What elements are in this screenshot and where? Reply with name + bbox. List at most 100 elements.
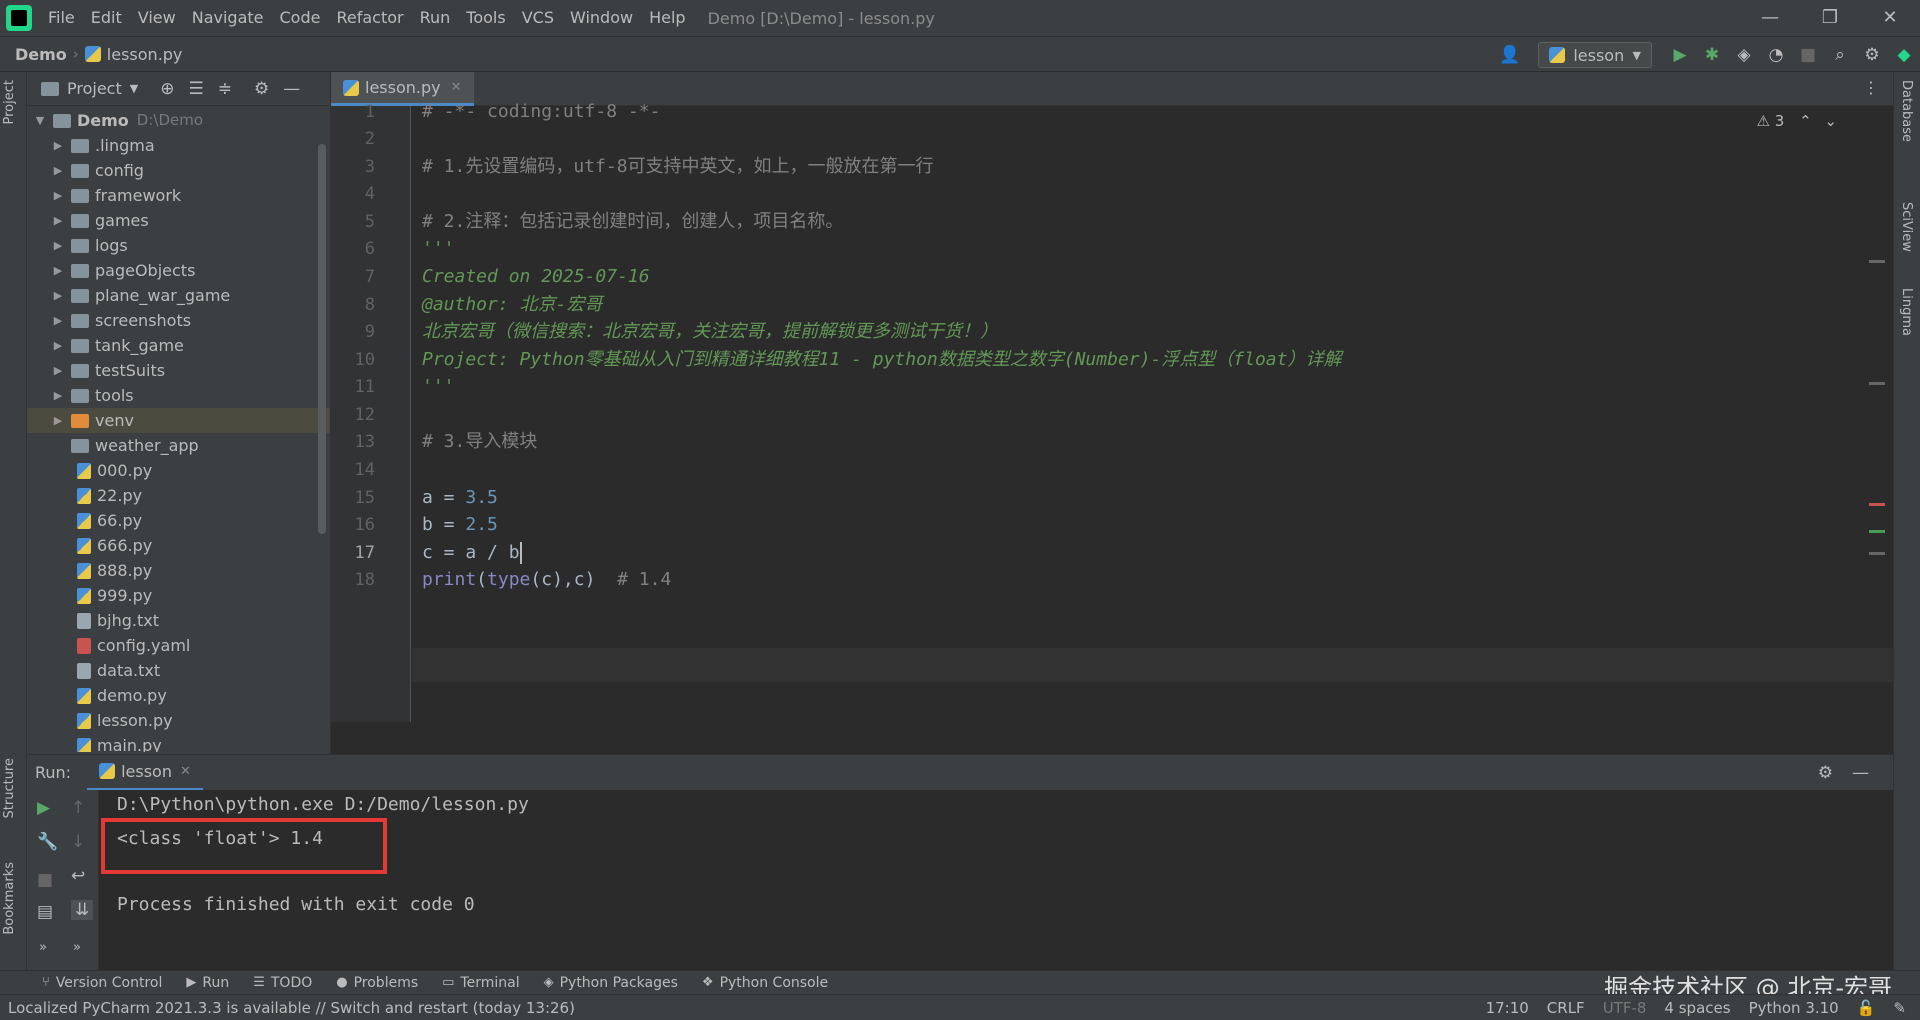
- side-tab-project[interactable]: Project: [2, 80, 17, 124]
- tree-item[interactable]: 666.py: [27, 533, 330, 558]
- tree-item[interactable]: bjhg.txt: [27, 608, 330, 633]
- tree-item[interactable]: ▶ config: [27, 158, 330, 183]
- rerun-icon[interactable]: ▶: [37, 798, 50, 818]
- coverage-icon[interactable]: ◈: [1728, 45, 1760, 65]
- tree-item[interactable]: ▶ .lingma: [27, 133, 330, 158]
- menu-window[interactable]: Window: [562, 0, 641, 36]
- side-tab-structure[interactable]: Structure: [2, 758, 17, 818]
- more-icon[interactable]: ⋮: [1863, 78, 1879, 97]
- chevron-right-icon[interactable]: ▶: [51, 183, 65, 208]
- chevron-right-icon[interactable]: ▶: [51, 158, 65, 183]
- chevron-right-icon[interactable]: ▶: [51, 333, 65, 358]
- chevron-right-icon[interactable]: ▶: [51, 383, 65, 408]
- menu-code[interactable]: Code: [272, 0, 329, 36]
- collapse-all-icon[interactable]: ≑: [218, 79, 232, 99]
- tree-item[interactable]: 000.py: [27, 458, 330, 483]
- run-config-selector[interactable]: lesson ▼: [1538, 42, 1652, 68]
- stop-icon[interactable]: ■: [1792, 45, 1824, 65]
- line-separator[interactable]: CRLF: [1547, 999, 1585, 1017]
- chevron-right-icon[interactable]: ▶: [51, 208, 65, 233]
- tree-item[interactable]: ▶ pageObjects: [27, 258, 330, 283]
- inspection-widget[interactable]: ⚠ 3 ⌃ ⌄: [1757, 112, 1838, 130]
- tree-item[interactable]: ▶ tools: [27, 383, 330, 408]
- menu-run[interactable]: Run: [412, 0, 459, 36]
- menu-navigate[interactable]: Navigate: [184, 0, 272, 36]
- debug-icon[interactable]: ✱: [1696, 45, 1728, 65]
- notifications-icon[interactable]: ✎: [1893, 999, 1906, 1017]
- menu-edit[interactable]: Edit: [83, 0, 130, 36]
- tree-item[interactable]: 22.py: [27, 483, 330, 508]
- tree-item[interactable]: 999.py: [27, 583, 330, 608]
- jetbrains-icon[interactable]: ◆: [1888, 45, 1920, 65]
- tool-tab-run[interactable]: ▶ Run: [186, 975, 229, 991]
- side-tab-sciview[interactable]: SciView: [1899, 202, 1914, 252]
- tree-item[interactable]: ▶ framework: [27, 183, 330, 208]
- side-tab-database[interactable]: Database: [1899, 80, 1914, 142]
- arrow-down-icon[interactable]: ↓: [71, 832, 85, 852]
- file-encoding[interactable]: UTF-8: [1603, 999, 1647, 1017]
- hide-icon[interactable]: —: [283, 79, 300, 99]
- tree-item[interactable]: data.txt: [27, 658, 330, 683]
- stripe-mark[interactable]: [1869, 552, 1885, 555]
- side-tab-bookmarks[interactable]: Bookmarks: [2, 862, 17, 935]
- tree-item[interactable]: ▶ tank_game: [27, 333, 330, 358]
- tree-item[interactable]: 888.py: [27, 558, 330, 583]
- stripe-mark[interactable]: [1869, 503, 1885, 506]
- menu-vcs[interactable]: VCS: [514, 0, 562, 36]
- chevron-right-icon[interactable]: ▶: [51, 358, 65, 383]
- tree-item[interactable]: weather_app: [27, 433, 330, 458]
- chevron-down-icon[interactable]: ▼: [33, 108, 47, 133]
- run-icon[interactable]: ▶: [1664, 45, 1696, 65]
- menu-view[interactable]: View: [130, 0, 184, 36]
- chevron-right-icon[interactable]: ▶: [51, 408, 65, 433]
- close-icon[interactable]: ✕: [451, 80, 462, 95]
- indent-setting[interactable]: 4 spaces: [1664, 999, 1730, 1017]
- breadcrumb-project[interactable]: Demo: [15, 45, 67, 64]
- menu-help[interactable]: Help: [641, 0, 693, 36]
- tree-item[interactable]: config.yaml: [27, 633, 330, 658]
- search-icon[interactable]: ⌕: [1824, 45, 1856, 65]
- tool-tab-python-packages[interactable]: ◈ Python Packages: [544, 975, 678, 991]
- breadcrumb-file[interactable]: lesson.py: [107, 45, 183, 64]
- chevron-right-icon[interactable]: ▶: [51, 283, 65, 308]
- tool-tab-todo[interactable]: ☰ TODO: [253, 975, 312, 991]
- soft-wrap-icon[interactable]: ↩: [71, 866, 85, 886]
- tree-item[interactable]: ▶ plane_war_game: [27, 283, 330, 308]
- restore-icon[interactable]: ❐: [1800, 0, 1860, 36]
- chevron-down-icon[interactable]: ▼: [130, 82, 138, 95]
- hide-icon[interactable]: —: [1852, 763, 1869, 783]
- caret-position[interactable]: 17:10: [1486, 999, 1529, 1017]
- more-icon[interactable]: »: [73, 940, 81, 955]
- gear-icon[interactable]: ⚙: [1818, 763, 1833, 783]
- tree-item[interactable]: ▶ games: [27, 208, 330, 233]
- gear-icon[interactable]: ⚙: [254, 79, 269, 99]
- close-icon[interactable]: ✕: [180, 764, 191, 779]
- python-interpreter[interactable]: Python 3.10: [1749, 999, 1839, 1017]
- close-icon[interactable]: ✕: [1860, 0, 1920, 36]
- arrow-up-icon[interactable]: ↑: [71, 798, 85, 818]
- gear-icon[interactable]: ⚙: [1856, 45, 1888, 65]
- tool-tab-problems[interactable]: ● Problems: [336, 975, 418, 991]
- chevron-down-icon[interactable]: ⌄: [1824, 112, 1837, 130]
- stripe-mark[interactable]: [1869, 260, 1885, 263]
- chevron-right-icon[interactable]: ▶: [51, 233, 65, 258]
- side-tab-lingma[interactable]: Lingma: [1899, 288, 1914, 336]
- chevron-right-icon[interactable]: ▶: [51, 133, 65, 158]
- minimize-icon[interactable]: —: [1740, 0, 1800, 36]
- tool-tab-python-console[interactable]: ❖ Python Console: [702, 975, 828, 991]
- expand-all-icon[interactable]: ☰: [188, 79, 203, 99]
- wrench-icon[interactable]: 🔧: [37, 832, 58, 852]
- tree-item[interactable]: main.py: [27, 733, 330, 752]
- run-console[interactable]: D:\Python\python.exe D:/Demo/lesson.py <…: [99, 790, 1893, 970]
- tree-item[interactable]: ▶ screenshots: [27, 308, 330, 333]
- stripe-mark[interactable]: [1869, 382, 1885, 385]
- account-icon[interactable]: 👤: [1494, 45, 1526, 65]
- lock-icon[interactable]: 🔓: [1857, 999, 1876, 1017]
- locate-icon[interactable]: ⊕: [160, 79, 174, 99]
- stripe-mark[interactable]: [1869, 530, 1885, 533]
- tree-root[interactable]: ▼ Demo D:\Demo: [27, 108, 330, 133]
- tool-tab-version-control[interactable]: ⑂ Version Control: [42, 975, 162, 991]
- scroll-to-end-icon[interactable]: ⇊: [71, 900, 94, 920]
- menu-file[interactable]: File: [40, 0, 83, 36]
- status-message[interactable]: Localized PyCharm 2021.3.3 is available …: [8, 999, 575, 1017]
